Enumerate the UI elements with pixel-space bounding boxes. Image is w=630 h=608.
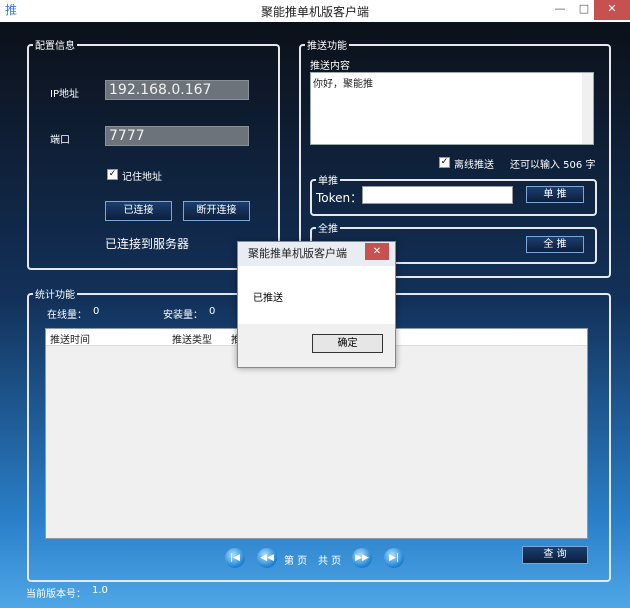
push-result-dialog: 聚能推单机版客户端 ✕ 已推送 确定 (237, 241, 396, 368)
app-window: 推 聚能推单机版客户端 — □ ✕ 配置信息 IP地址 192.168.0.16… (0, 0, 630, 608)
first-page-icon[interactable]: |◀ (225, 548, 245, 568)
push-content-textarea[interactable]: 你好，聚能推 (310, 72, 594, 145)
connection-status: 已连接到服务器 (105, 237, 190, 251)
offline-push-checkbox[interactable]: ✓ (439, 157, 450, 168)
remember-label: 记住地址 (122, 172, 162, 183)
dialog-ok-button[interactable]: 确定 (312, 334, 383, 353)
minimize-button[interactable]: — (550, 0, 570, 20)
push-content-label: 推送内容 (310, 61, 350, 72)
version-label: 当前版本号： (26, 589, 86, 600)
port-input[interactable]: 7777 (105, 126, 249, 146)
connect-button[interactable]: 已连接 (105, 201, 172, 221)
close-button[interactable]: ✕ (594, 0, 630, 20)
column-header[interactable]: 推送类型 (172, 331, 212, 346)
disconnect-button[interactable]: 断开连接 (183, 201, 250, 221)
remaining-chars-label: 还可以输入 506 字 (510, 160, 596, 171)
query-button[interactable]: 查 询 (522, 546, 588, 564)
push-legend: 推送功能 (307, 41, 347, 52)
single-push-legend: 单推 (318, 176, 338, 187)
dialog-message: 已推送 (253, 293, 283, 304)
version-value: 1.0 (92, 585, 108, 596)
push-content-text: 你好，聚能推 (313, 79, 373, 90)
single-push-button[interactable]: 单 推 (526, 186, 584, 203)
title-bar: 推 聚能推单机版客户端 — □ ✕ (0, 0, 630, 22)
install-count-label: 安装量： (163, 310, 203, 321)
dialog-body: 已推送 (238, 266, 395, 324)
ip-input[interactable]: 192.168.0.167 (105, 80, 249, 100)
total-pages-label: 共 页 (318, 556, 342, 567)
online-count-label: 在线量： (47, 310, 87, 321)
port-label: 端口 (50, 135, 70, 146)
stats-legend: 统计功能 (35, 290, 75, 301)
config-legend: 配置信息 (35, 41, 75, 52)
current-page-label: 第 页 (284, 556, 308, 567)
remember-checkbox[interactable]: ✓ (107, 169, 118, 180)
maximize-button[interactable]: □ (574, 0, 594, 20)
textarea-scrollbar[interactable] (582, 73, 593, 144)
all-push-button[interactable]: 全 推 (526, 236, 584, 253)
dialog-close-button[interactable]: ✕ (365, 243, 389, 260)
token-input[interactable] (362, 186, 513, 204)
prev-page-icon[interactable]: ◀◀ (257, 548, 277, 568)
column-header[interactable]: 推送时间 (50, 331, 90, 346)
all-push-legend: 全推 (318, 224, 338, 235)
ip-label: IP地址 (50, 89, 79, 100)
install-count-value: 0 (209, 306, 216, 317)
offline-push-label: 离线推送 (454, 160, 494, 171)
last-page-icon[interactable]: ▶| (384, 548, 404, 568)
next-page-icon[interactable]: ▶▶ (352, 548, 372, 568)
online-count-value: 0 (93, 306, 100, 317)
token-label: Token： (316, 191, 363, 205)
window-title: 聚能推单机版客户端 (260, 5, 369, 19)
